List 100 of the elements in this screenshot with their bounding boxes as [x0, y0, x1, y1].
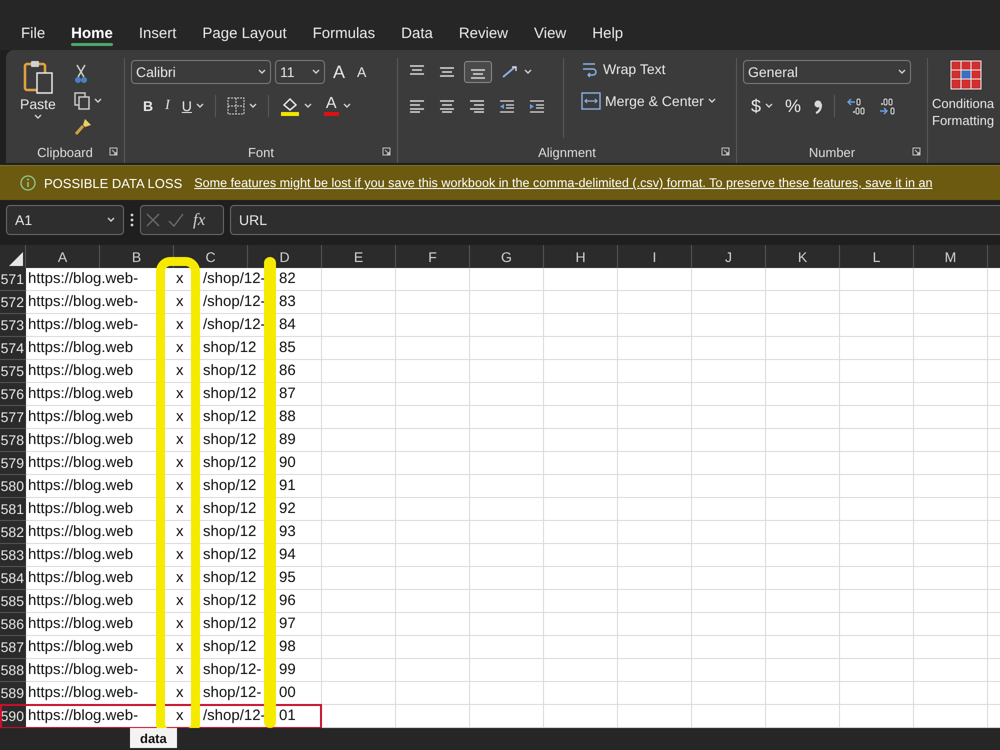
dialog-launcher-icon[interactable] [109, 147, 118, 156]
table-cell[interactable] [470, 498, 544, 521]
row-header[interactable]: 587 [0, 636, 26, 659]
table-cell[interactable] [396, 406, 470, 429]
table-cell[interactable] [914, 291, 988, 314]
insert-function-button[interactable]: fx [191, 210, 208, 230]
table-cell[interactable] [766, 406, 840, 429]
table-cell[interactable] [914, 590, 988, 613]
table-cell[interactable] [766, 567, 840, 590]
table-cell[interactable] [322, 682, 396, 705]
table-cell[interactable] [692, 636, 766, 659]
row-header[interactable]: 578 [0, 429, 26, 452]
table-cell[interactable] [618, 636, 692, 659]
table-cell[interactable] [322, 337, 396, 360]
row-header[interactable]: 589 [0, 682, 26, 705]
table-cell[interactable] [692, 383, 766, 406]
table-cell[interactable] [396, 613, 470, 636]
table-cell[interactable] [914, 613, 988, 636]
table-cell[interactable] [840, 682, 914, 705]
table-cell[interactable] [544, 544, 618, 567]
column-header[interactable]: K [766, 245, 840, 268]
menu-tab[interactable]: Page Layout [191, 21, 298, 46]
font-name-field[interactable]: Calibri [131, 60, 271, 84]
table-cell[interactable] [470, 429, 544, 452]
table-cell[interactable] [544, 498, 618, 521]
table-cell[interactable] [322, 268, 396, 291]
table-cell[interactable] [840, 544, 914, 567]
column-header[interactable]: C [174, 245, 248, 268]
table-cell[interactable] [470, 360, 544, 383]
table-cell[interactable] [396, 429, 470, 452]
row-header[interactable]: 572 [0, 291, 26, 314]
table-cell[interactable] [618, 659, 692, 682]
table-cell[interactable] [914, 452, 988, 475]
table-cell[interactable] [766, 360, 840, 383]
table-cell[interactable] [396, 636, 470, 659]
table-cell[interactable] [840, 360, 914, 383]
check-icon[interactable] [167, 212, 185, 228]
row-header[interactable]: 583 [0, 544, 26, 567]
row-header[interactable]: 577 [0, 406, 26, 429]
table-cell[interactable] [470, 521, 544, 544]
table-cell[interactable] [396, 682, 470, 705]
table-cell[interactable] [692, 429, 766, 452]
row-header[interactable]: 576 [0, 383, 26, 406]
row-header[interactable]: 574 [0, 337, 26, 360]
menu-tab[interactable]: Review [448, 21, 520, 46]
table-cell[interactable] [692, 613, 766, 636]
table-cell[interactable] [396, 383, 470, 406]
table-cell[interactable] [544, 383, 618, 406]
table-cell[interactable] [470, 383, 544, 406]
table-cell[interactable] [692, 314, 766, 337]
menu-tab[interactable]: Insert [128, 21, 188, 46]
table-cell[interactable] [618, 406, 692, 429]
row-header[interactable]: 575 [0, 360, 26, 383]
table-cell[interactable] [470, 590, 544, 613]
table-cell[interactable] [544, 337, 618, 360]
select-all-icon[interactable] [9, 252, 23, 266]
paste-button[interactable]: Paste [12, 58, 64, 141]
table-cell[interactable] [470, 268, 544, 291]
table-cell[interactable] [396, 268, 470, 291]
table-cell[interactable] [766, 659, 840, 682]
table-cell[interactable] [692, 452, 766, 475]
table-cell[interactable] [692, 291, 766, 314]
table-cell[interactable] [692, 360, 766, 383]
table-cell[interactable] [914, 314, 988, 337]
wrap-text-button[interactable]: Wrap Text [577, 58, 720, 80]
table-cell[interactable] [396, 521, 470, 544]
table-cell[interactable] [840, 498, 914, 521]
table-cell[interactable] [840, 291, 914, 314]
table-cell[interactable] [544, 314, 618, 337]
table-cell[interactable] [544, 567, 618, 590]
table-cell[interactable] [618, 590, 692, 613]
table-cell[interactable] [544, 360, 618, 383]
dialog-launcher-icon[interactable] [721, 147, 730, 156]
column-header[interactable]: J [692, 245, 766, 268]
table-cell[interactable] [692, 475, 766, 498]
table-cell[interactable] [618, 613, 692, 636]
table-cell[interactable] [618, 314, 692, 337]
table-cell[interactable] [840, 268, 914, 291]
table-cell[interactable] [618, 429, 692, 452]
table-cell[interactable] [618, 544, 692, 567]
table-cell[interactable] [322, 429, 396, 452]
table-cell[interactable] [544, 291, 618, 314]
table-cell[interactable] [470, 337, 544, 360]
table-cell[interactable] [322, 636, 396, 659]
row-header[interactable]: 580 [0, 475, 26, 498]
table-cell[interactable] [766, 521, 840, 544]
table-cell[interactable] [840, 636, 914, 659]
column-header[interactable]: A [26, 245, 100, 268]
table-cell[interactable] [840, 429, 914, 452]
table-cell[interactable] [914, 360, 988, 383]
table-cell[interactable] [544, 406, 618, 429]
table-cell[interactable] [544, 682, 618, 705]
table-cell[interactable] [766, 613, 840, 636]
table-cell[interactable] [322, 567, 396, 590]
table-cell[interactable] [692, 498, 766, 521]
table-cell[interactable] [322, 521, 396, 544]
table-cell[interactable] [544, 475, 618, 498]
table-cell[interactable] [322, 291, 396, 314]
table-cell[interactable] [544, 659, 618, 682]
table-cell[interactable] [470, 314, 544, 337]
